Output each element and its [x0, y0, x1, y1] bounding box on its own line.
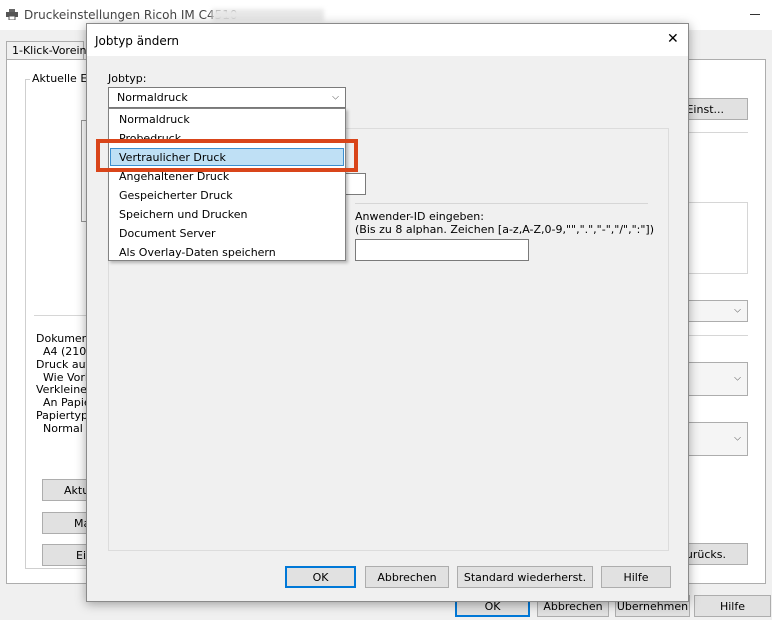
text-label: Ei: [76, 548, 87, 562]
text-label: Document Server: [119, 227, 216, 240]
right-panel-box: [688, 202, 748, 274]
tab-one-click-label: 1-Klick-Vorein: [12, 44, 87, 57]
jobtype-option[interactable]: Normaldruck: [110, 110, 344, 128]
highlight-annotation-box: [96, 139, 358, 172]
right-separator-2: [688, 335, 748, 336]
text-label: Hilfe: [623, 570, 649, 584]
text-label: OK: [312, 570, 329, 584]
parent-help-button[interactable]: Hilfe: [694, 595, 771, 617]
text-label: Abbrechen: [377, 570, 437, 584]
summary-line: Papiertyp:: [36, 409, 92, 422]
jobtype-option[interactable]: Als Overlay-Daten speichern: [110, 243, 344, 261]
text-label: Speichern und Drucken: [119, 208, 248, 221]
redacted-block: [212, 9, 324, 21]
printer-icon: [6, 9, 18, 21]
dialog-title: Jobtyp ändern: [95, 34, 180, 48]
dialog-title-bar: Jobtyp ändern ✕: [87, 24, 688, 56]
right-separator: [688, 132, 748, 133]
group-separator: [34, 315, 89, 316]
minimize-icon[interactable]: [750, 14, 760, 15]
close-icon[interactable]: ✕: [667, 31, 679, 47]
jobtype-option[interactable]: Speichern und Drucken: [110, 205, 344, 223]
text-label: Normaldruck: [119, 113, 190, 126]
jobtype-selected-value: Normaldruck: [117, 91, 188, 104]
dialog-help-button[interactable]: Hilfe: [601, 566, 671, 588]
summary-line: Druck auf:: [36, 358, 93, 371]
jobtype-dropdown-list: Normaldruck Probedruck Vertraulicher Dru…: [108, 108, 346, 261]
dialog-reset-button[interactable]: Standard wiederherst.: [457, 566, 593, 588]
user-id-hint: (Bis zu 8 alphan. Zeichen [a-z,A-Z,0-9,"…: [355, 223, 654, 236]
chevron-down-icon: ⌵: [734, 373, 741, 384]
panel-separator: [355, 203, 648, 204]
jobtype-label: Jobtyp:: [108, 72, 147, 85]
jobtype-dialog: Jobtyp ändern ✕ Jobtyp: Normaldruck ⌵ An…: [86, 23, 689, 602]
dialog-cancel-button[interactable]: Abbrechen: [365, 566, 449, 588]
dialog-ok-button[interactable]: OK: [285, 566, 356, 588]
tab-one-click[interactable]: 1-Klick-Vorein: [6, 41, 87, 59]
parent-window-title: Druckeinstellungen Ricoh IM C4510: [24, 8, 238, 22]
text-label: Hilfe: [719, 599, 746, 613]
user-id-label: Anwender-ID eingeben:: [355, 210, 484, 223]
chevron-down-icon: ⌵: [734, 433, 741, 444]
jobtype-option[interactable]: Document Server: [110, 224, 344, 242]
chevron-down-icon: ⌵: [734, 305, 741, 316]
jobtype-option[interactable]: Gespeicherter Druck: [110, 186, 344, 204]
text-label: Als Overlay-Daten speichern: [119, 246, 276, 259]
user-id-input[interactable]: [355, 239, 529, 261]
jobtype-combobox[interactable]: Normaldruck ⌵: [108, 87, 346, 108]
text-label: Standard wiederherst.: [463, 570, 587, 584]
chevron-down-icon: ⌵: [332, 92, 339, 102]
text-label: Gespeicherter Druck: [119, 189, 233, 202]
